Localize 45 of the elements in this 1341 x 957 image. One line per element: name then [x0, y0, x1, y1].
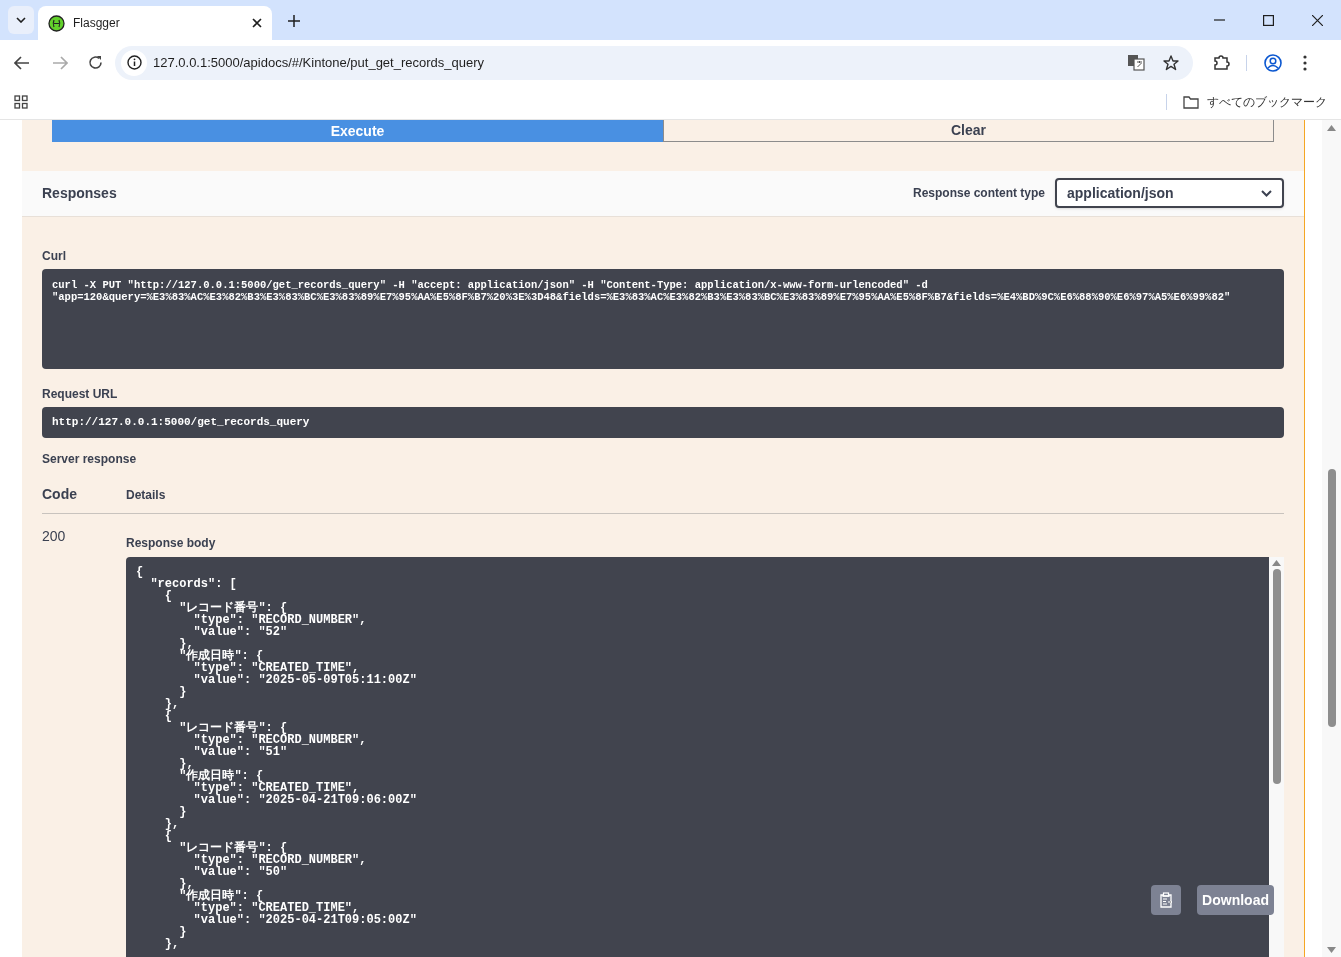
field-label: Curl — [42, 248, 67, 264]
star-icon[interactable] — [1163, 54, 1179, 71]
scroll-up-icon[interactable] — [1327, 125, 1336, 131]
column-header: Details — [126, 487, 166, 504]
url-text: 127.0.0.1:5000/apidocs/#/Kintone/put_get_records_query — [153, 53, 486, 72]
reload-icon[interactable] — [88, 55, 103, 70]
all-bookmarks-button[interactable]: すべてのブックマーク — [1183, 93, 1327, 111]
scrollbar-thumb[interactable] — [1272, 569, 1281, 784]
favicon-icon — [48, 14, 65, 32]
content-type-select[interactable]: application/json — [1055, 178, 1284, 209]
close-icon[interactable] — [1312, 15, 1323, 26]
section-title: Server response — [42, 451, 138, 467]
field-label: Response body — [126, 535, 217, 552]
curl-command: curl -X PUT "http://127.0.0.1:5000/get_records_query" -H "accept: application/json" -H "Content-Type: application/x-www-form-urlencoded" -d "app=120&query=%E3%83%AC%E3%82%B3%E3%83%BC%E3%83%89%E7%95%AA%E5%8F%B7%20%3E%3D48&fields=%E3%83%AC%E3%82%B3%E3%83%BC%E3%83%89%E7%95%AA%E5%8F%B7&fields=%E4%BD%9C%E6%88%90%E6%97%A5%E6%99%82" — [42, 269, 1284, 369]
download-button[interactable]: Download — [1197, 885, 1274, 915]
field-label: Request URL — [42, 386, 119, 402]
status-code: 200 — [42, 527, 67, 546]
tab-list-button[interactable] — [8, 6, 34, 34]
folder-icon — [1183, 95, 1199, 109]
section-title: Responses — [42, 183, 118, 203]
profile-icon[interactable] — [1264, 53, 1282, 72]
clipboard-icon — [1159, 892, 1174, 908]
clear-button[interactable]: Clear — [663, 120, 1274, 142]
back-icon[interactable] — [14, 55, 30, 70]
bookmarks-label: すべてのブックマーク — [1207, 94, 1327, 111]
address-bar[interactable]: 127.0.0.1:5000/apidocs/#/Kintone/put_get_records_query — [115, 45, 1193, 80]
tab-title: Flasgger — [73, 15, 121, 32]
chevron-down-icon — [1261, 189, 1272, 197]
info-icon[interactable] — [126, 55, 142, 70]
translate-icon[interactable] — [1127, 54, 1145, 71]
maximize-icon[interactable] — [1263, 15, 1274, 26]
content-type-label: Response content type — [912, 185, 1045, 203]
scroll-down-icon[interactable] — [1327, 947, 1336, 953]
scroll-up-icon[interactable] — [1272, 560, 1281, 566]
puzzle-piece-icon[interactable] — [1213, 54, 1230, 71]
browser-tab[interactable]: Flasgger — [38, 6, 272, 40]
request-url: http://127.0.0.1:5000/get_records_query — [42, 407, 1284, 438]
chevron-down-icon — [16, 17, 26, 23]
menu-icon[interactable] — [1303, 54, 1307, 71]
scrollbar-thumb[interactable] — [1327, 469, 1336, 727]
column-header: Code — [42, 485, 78, 504]
close-icon[interactable] — [252, 18, 262, 28]
apps-grid-icon[interactable] — [14, 95, 28, 109]
new-tab-icon[interactable] — [288, 15, 300, 27]
copy-button[interactable] — [1151, 885, 1182, 915]
